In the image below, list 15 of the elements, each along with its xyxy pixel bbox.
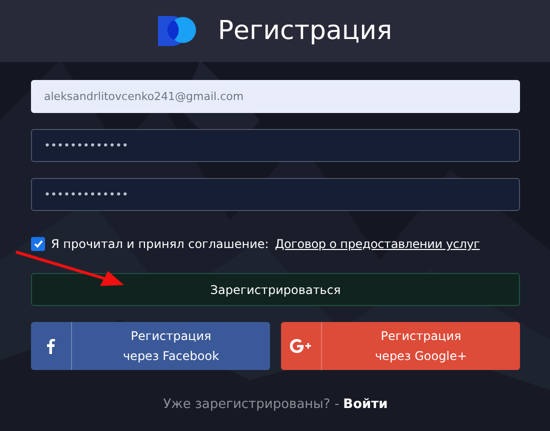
login-link[interactable]: Войти xyxy=(343,397,388,412)
logo-icon xyxy=(158,16,198,46)
already-registered-text: Уже зарегистрированы? - xyxy=(163,397,340,412)
password-field[interactable]: ••••••••••••• xyxy=(31,178,520,211)
facebook-icon xyxy=(47,338,55,354)
password-field[interactable]: ••••••••••••• xyxy=(31,129,520,162)
google-signup-button[interactable]: Регистрация через Google+ xyxy=(281,322,520,370)
agreement-label: Я прочитал и принял соглашение: xyxy=(51,237,269,251)
page-title: Регистрация xyxy=(218,16,392,46)
google-plus-icon xyxy=(290,339,312,353)
agreement-link[interactable]: Договор о предоставлении услуг xyxy=(274,237,480,251)
email-field[interactable]: aleksandrlitovcenko241@gmail.com xyxy=(31,80,520,113)
facebook-signup-button[interactable]: Регистрация через Facebook xyxy=(31,322,270,370)
register-button[interactable]: Зарегистрироваться xyxy=(31,273,520,306)
agreement-checkbox[interactable] xyxy=(31,237,45,251)
